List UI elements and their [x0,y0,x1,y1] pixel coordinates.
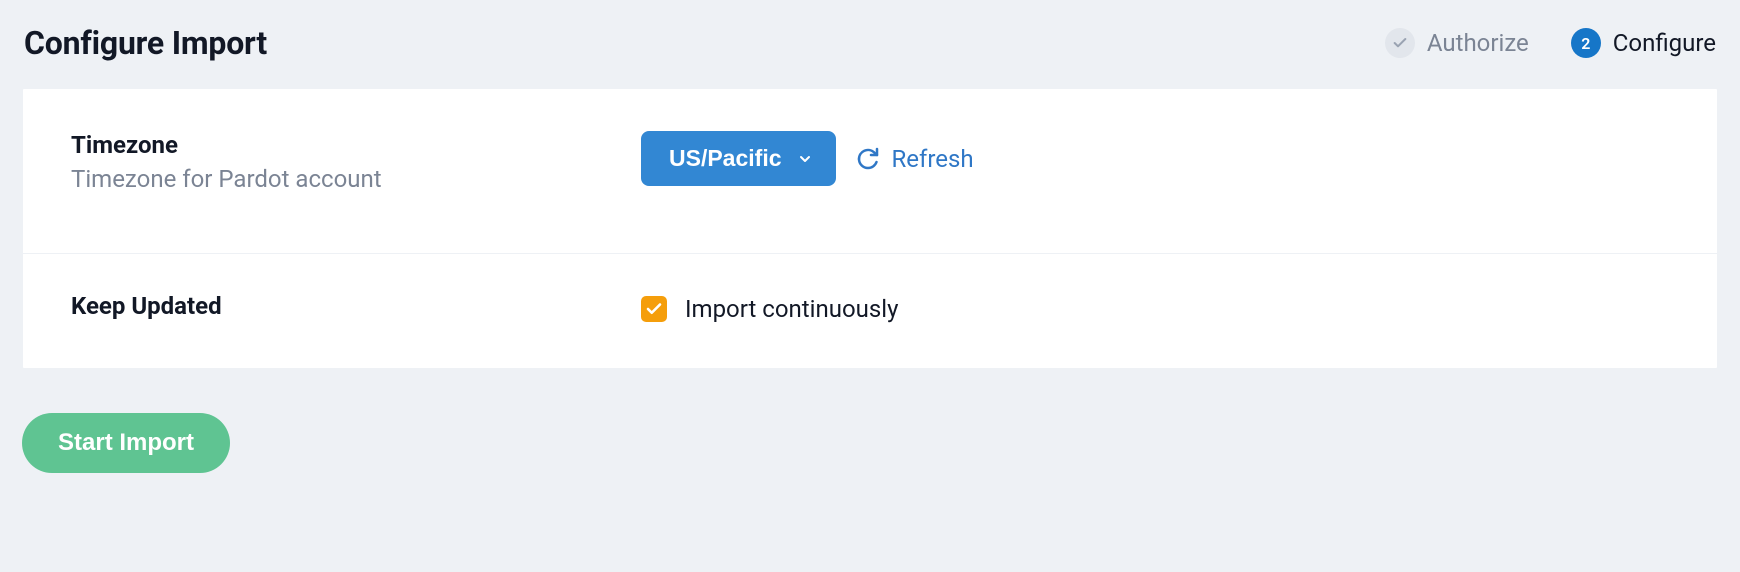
section-keep-updated: Keep Updated Import continuously [23,253,1717,368]
step-label: Configure [1613,29,1716,57]
config-card: Timezone Timezone for Pardot account US/… [22,88,1718,369]
step-number-badge: 2 [1571,28,1601,58]
page-title: Configure Import [24,24,267,62]
refresh-label: Refresh [892,145,974,173]
timezone-selected-value: US/Pacific [669,145,782,172]
section-timezone: Timezone Timezone for Pardot account US/… [23,89,1717,253]
page-header: Configure Import Authorize 2 Configure [22,24,1718,62]
checkbox-label: Import continuously [685,295,898,323]
refresh-link[interactable]: Refresh [856,145,974,173]
check-icon [1385,28,1415,58]
step-configure[interactable]: 2 Configure [1571,28,1716,58]
section-title: Keep Updated [71,292,641,320]
step-authorize[interactable]: Authorize [1385,28,1529,58]
checkbox-checked-icon[interactable] [641,296,667,322]
section-subtitle: Timezone for Pardot account [71,165,641,193]
timezone-select[interactable]: US/Pacific [641,131,836,186]
wizard-steps: Authorize 2 Configure [1385,28,1716,58]
refresh-icon [856,147,880,171]
section-title: Timezone [71,131,641,159]
import-continuously-option[interactable]: Import continuously [641,295,898,323]
chevron-down-icon [796,150,814,168]
start-import-button[interactable]: Start Import [22,413,230,473]
step-label: Authorize [1427,29,1529,57]
